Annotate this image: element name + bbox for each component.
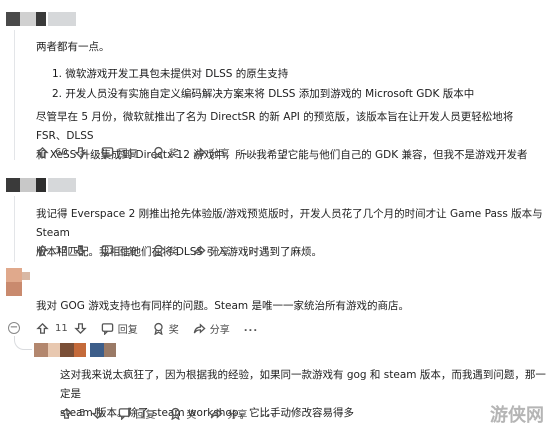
upvote-button[interactable]: 11	[36, 322, 87, 335]
watermark-text: 游侠网	[490, 405, 544, 426]
more-options-button[interactable]: ...	[244, 245, 258, 256]
reply-label: 回复	[117, 246, 138, 258]
reply-button[interactable]: 回复	[101, 145, 138, 160]
comment-icon	[101, 322, 113, 335]
upvote-icon	[36, 146, 49, 158]
upvote-icon	[60, 407, 73, 419]
avatar-decoration	[20, 12, 36, 26]
avatar-decoration	[36, 12, 46, 26]
ordered-list: 1. 微软游戏开发工具包未提供对 DLSS 的原生支持 2. 开发人员没有实施自…	[52, 64, 474, 104]
downvote-icon[interactable]	[74, 244, 87, 257]
avatar-decoration	[60, 343, 74, 357]
list-item: 2. 开发人员没有实施自定义编码解决方案来将 DLSS 添加到游戏的 Micro…	[52, 88, 475, 100]
avatar-decoration	[90, 343, 104, 357]
award-label: 奖	[168, 324, 179, 336]
comment-line: 我记得 Everspace 2 刚推出抢先体验版/游戏预览版时，开发人员花了几个…	[36, 208, 543, 239]
share-icon	[193, 146, 206, 158]
award-icon	[154, 322, 163, 335]
downvote-icon[interactable]	[74, 146, 87, 159]
award-button[interactable]: 奖	[152, 243, 179, 258]
downvote-icon[interactable]	[74, 322, 87, 335]
downvote-icon[interactable]	[91, 407, 105, 420]
share-button[interactable]: 分享	[193, 145, 230, 160]
share-label: 分享	[209, 324, 230, 336]
comment-line: 这对我来说太疯狂了，因为根据我的经验，如果同一款游戏有 gog 和 steam …	[60, 369, 546, 400]
comment-text: 两者都有一点。	[36, 41, 110, 53]
reply-button[interactable]: 回复	[101, 321, 138, 336]
watermark: 游侠网	[490, 401, 544, 427]
avatar-decoration	[6, 282, 22, 296]
reply-label: 回复	[135, 409, 156, 421]
upvote-icon	[36, 322, 49, 334]
vote-count: 11	[55, 322, 68, 334]
comment-actions: 11 回复 奖 分享 ...	[36, 319, 258, 337]
comment-text: 我对 GOG 游戏支持也有同样的问题。Steam 是唯一一家统治所有游戏的商店。	[36, 300, 409, 312]
comment-line: 尽管早在 5 月份，微软就推出了名为 DirectSR 的新 API 的预览版，…	[36, 111, 514, 142]
more-options-button[interactable]: ...	[261, 408, 275, 419]
award-icon	[154, 146, 163, 159]
comment-icon	[119, 407, 131, 420]
share-icon	[193, 244, 206, 256]
avatar-decoration	[22, 272, 30, 280]
share-icon	[193, 322, 206, 334]
share-label: 分享	[209, 246, 230, 258]
avatar-decoration	[104, 343, 116, 357]
avatar[interactable]	[6, 178, 20, 192]
award-label: 奖	[168, 148, 179, 160]
reply-button[interactable]: 回复	[101, 243, 138, 258]
award-icon	[171, 407, 181, 420]
upvote-icon	[36, 244, 49, 256]
award-button[interactable]: 奖	[152, 321, 179, 336]
share-button[interactable]: 分享	[193, 243, 230, 258]
vote-count: 17	[55, 244, 68, 256]
share-label: 分享	[227, 409, 248, 421]
comment-actions: 5 回复 奖 分享 ...	[60, 404, 276, 422]
thread-line	[14, 196, 15, 262]
comment-icon	[101, 244, 113, 257]
avatar-decoration	[20, 178, 36, 192]
username-redacted[interactable]	[48, 12, 76, 26]
more-options-button[interactable]: ...	[244, 147, 258, 158]
comment-actions: 17 回复 奖 分享 ...	[36, 241, 258, 259]
vote-count: 5	[79, 407, 86, 419]
reply-button[interactable]: 回复	[118, 406, 155, 421]
avatar[interactable]	[6, 268, 22, 282]
comment-icon	[101, 146, 113, 159]
list-item: 1. 微软游戏开发工具包未提供对 DLSS 的原生支持	[52, 68, 289, 80]
username-redacted[interactable]	[48, 178, 76, 192]
avatar-decoration	[36, 178, 46, 192]
share-button[interactable]: 分享	[193, 321, 230, 336]
reply-label: 回复	[117, 324, 138, 336]
collapse-thread-button[interactable]: −	[8, 322, 20, 334]
share-icon	[211, 407, 223, 419]
avatar-decoration	[48, 343, 60, 357]
award-button[interactable]: 奖	[169, 406, 196, 421]
comment-actions: 60 回复 奖 分享 ...	[36, 143, 258, 161]
avatar[interactable]	[6, 12, 20, 26]
thread-connector	[14, 336, 32, 350]
vote-count: 60	[55, 146, 68, 158]
share-button[interactable]: 分享	[210, 406, 247, 421]
upvote-button[interactable]: 60	[36, 146, 87, 159]
avatar[interactable]	[34, 343, 48, 357]
reply-label: 回复	[117, 148, 138, 160]
award-label: 奖	[186, 409, 197, 421]
award-button[interactable]: 奖	[152, 145, 179, 160]
avatar-decoration	[74, 343, 86, 357]
upvote-button[interactable]: 5	[60, 407, 105, 420]
thread-line	[14, 30, 15, 160]
upvote-button[interactable]: 17	[36, 244, 87, 257]
more-options-button[interactable]: ...	[244, 323, 258, 334]
award-label: 奖	[168, 246, 179, 258]
share-label: 分享	[209, 148, 230, 160]
award-icon	[154, 244, 163, 257]
